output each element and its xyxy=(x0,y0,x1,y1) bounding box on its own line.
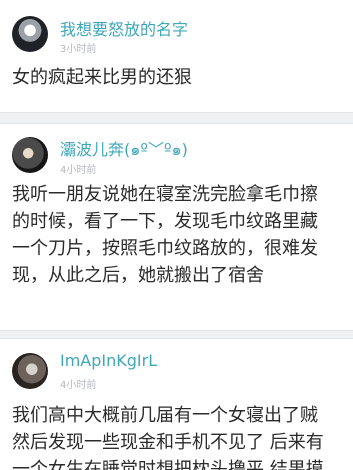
avatar[interactable] xyxy=(12,353,48,389)
post-feed: 我想要怒放的名字 3小时前 女的疯起来比男的还狠 灞波儿奔(๑º﹀º๑) 4小时… xyxy=(0,0,353,470)
post-text-line: 一个刀片，按照毛巾纹路放的，很难发 xyxy=(12,238,318,259)
post-text-line: 的时候，看了一下，发现毛巾纹路里藏 xyxy=(12,211,318,232)
post-text-line: 女的疯起来比男的还狠 xyxy=(12,67,192,88)
post-content: 我听一朋友说她在寝室洗完脸拿毛巾擦 的时候，看了一下，发现毛巾纹路里藏 一个刀片… xyxy=(12,181,353,289)
post-card[interactable]: 我想要怒放的名字 3小时前 女的疯起来比男的还狠 xyxy=(0,0,353,113)
post-card[interactable]: ImApInKgIrL 4小时前 我们高中大概前几届有一个女寝出了贼 然后发现一… xyxy=(0,338,353,470)
post-card[interactable]: 灞波儿奔(๑º﹀º๑) 4小时前 我听一朋友说她在寝室洗完脸拿毛巾擦 的时候，看… xyxy=(0,123,353,331)
post-time: 4小时前 xyxy=(60,165,97,176)
post-text-line: 我听一朋友说她在寝室洗完脸拿毛巾擦 xyxy=(12,184,318,205)
post-time: 4小时前 xyxy=(60,380,97,391)
post-text-line: 我们高中大概前几届有一个女寝出了贼 xyxy=(12,405,318,426)
avatar[interactable] xyxy=(12,137,48,173)
post-time: 3小时前 xyxy=(60,44,97,55)
post-content: 女的疯起来比男的还狠 xyxy=(12,64,353,91)
author-name[interactable]: ImApInKgIrL xyxy=(60,351,157,370)
post-text-line: 然后发现一些现金和手机不见了 后来有 xyxy=(12,432,324,453)
post-content: 我们高中大概前几届有一个女寝出了贼 然后发现一些现金和手机不见了 后来有 一个女… xyxy=(12,402,353,470)
author-name[interactable]: 灞波儿奔(๑º﹀º๑) xyxy=(60,136,188,163)
post-text-line: 现，从此之后，她就搬出了宿舍 xyxy=(12,265,264,286)
post-text-line: 一个女生在睡觉时想把枕头撸平 结果摸 xyxy=(12,459,324,470)
author-name[interactable]: 我想要怒放的名字 xyxy=(60,16,188,40)
avatar[interactable] xyxy=(12,16,48,52)
